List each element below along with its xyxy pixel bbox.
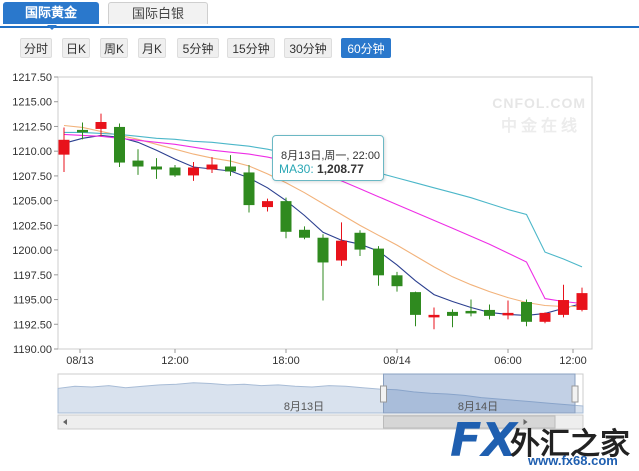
- plot-area: [57, 76, 593, 350]
- navigator-handle-right[interactable]: [571, 385, 579, 403]
- candle-body[interactable]: [558, 300, 569, 315]
- y-tick-label: 1200.00: [12, 245, 52, 257]
- candle-body[interactable]: [77, 129, 88, 133]
- x-tick-label: 08/13: [66, 355, 94, 367]
- y-tick-label: 1217.50: [12, 72, 52, 84]
- navigator-handle-left[interactable]: [380, 385, 387, 403]
- candlestick-chart[interactable]: 1190.00 1192.50 1195.00 1197.50 1200.00 1202.…: [0, 0, 639, 471]
- tooltip-time: 8月13日,周一, 22:00: [281, 150, 381, 162]
- candle-body[interactable]: [58, 139, 70, 155]
- tooltip-value: 1,208.77: [317, 162, 364, 176]
- y-tick-label: 1190.00: [13, 344, 52, 356]
- candle-body[interactable]: [373, 248, 384, 276]
- candle-body[interactable]: [317, 237, 329, 263]
- candle-body[interactable]: [262, 201, 273, 208]
- candle-body[interactable]: [428, 314, 440, 318]
- candle-body[interactable]: [576, 293, 588, 310]
- y-tick-label: 1192.50: [13, 319, 52, 331]
- y-tick-label: 1202.50: [12, 220, 52, 232]
- x-tick-label: 12:00: [161, 355, 189, 367]
- candle-body[interactable]: [391, 275, 403, 287]
- y-tick-label: 1210.00: [12, 146, 52, 158]
- candle-body[interactable]: [225, 166, 236, 172]
- candle-body[interactable]: [95, 121, 107, 129]
- logo-fx: FX: [450, 413, 517, 467]
- navigator-date-label: 8月13日: [284, 401, 324, 413]
- candle-body[interactable]: [188, 167, 199, 176]
- navigator-date-label: 8月14日: [458, 401, 498, 413]
- y-tick-label: 1212.50: [12, 121, 52, 133]
- candle-body[interactable]: [521, 302, 532, 322]
- x-tick-label: 08/14: [383, 355, 411, 367]
- candle-body[interactable]: [151, 166, 162, 170]
- candle-body[interactable]: [132, 160, 144, 167]
- chart-tooltip: 8月13日,周一, 22:00 MA30: 1,208.77: [272, 135, 384, 181]
- logo-url: www.fx68.com: [528, 453, 618, 468]
- candle-body[interactable]: [539, 312, 551, 322]
- y-tick-label: 1195.00: [13, 295, 52, 307]
- y-tick-label: 1207.50: [12, 171, 52, 183]
- tooltip-label: MA30:: [279, 162, 314, 176]
- candle-body[interactable]: [465, 310, 477, 314]
- candle-body[interactable]: [299, 229, 310, 238]
- candle-body[interactable]: [169, 167, 181, 176]
- candle-body[interactable]: [354, 232, 366, 250]
- candle-body[interactable]: [206, 164, 218, 170]
- x-tick-label: 12:00: [559, 355, 587, 367]
- candle-body[interactable]: [410, 292, 421, 315]
- y-tick-label: 1197.50: [13, 270, 52, 282]
- y-tick-label: 1205.00: [12, 196, 52, 208]
- candle-body[interactable]: [502, 312, 514, 316]
- candle-body[interactable]: [447, 311, 458, 316]
- candle-body[interactable]: [243, 172, 255, 206]
- candle-body[interactable]: [114, 126, 125, 163]
- candle-body[interactable]: [484, 309, 495, 316]
- candle-body[interactable]: [280, 201, 292, 232]
- x-tick-label: 06:00: [494, 355, 522, 367]
- x-tick-label: 18:00: [272, 355, 300, 367]
- candle-body[interactable]: [336, 240, 347, 261]
- fx68-logo: FX 外汇之家 www.fx68.com: [450, 413, 639, 471]
- tooltip-ma30: MA30: 1,208.77: [279, 162, 364, 176]
- y-tick-label: 1215.00: [12, 97, 52, 109]
